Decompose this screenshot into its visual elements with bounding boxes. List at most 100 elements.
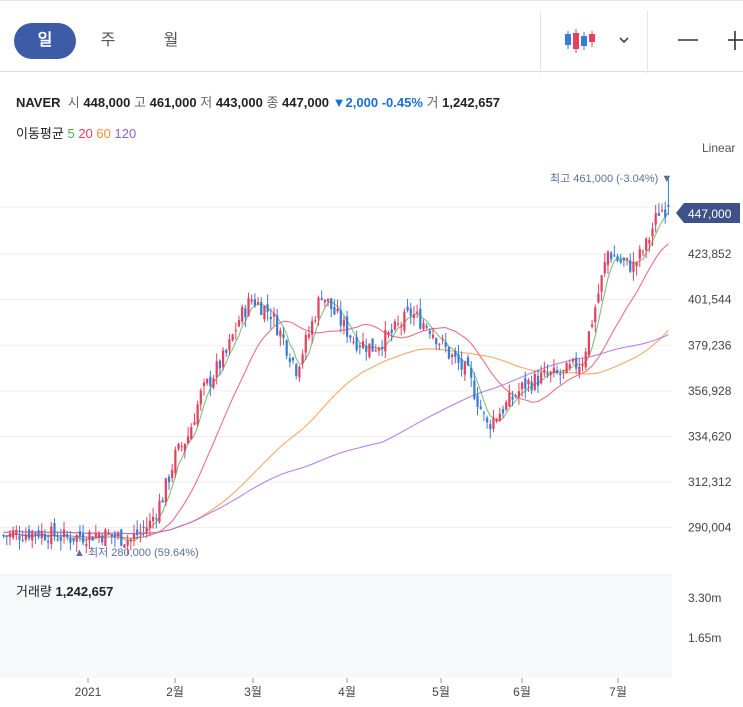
candle-body[interactable] bbox=[377, 347, 381, 351]
candle-body[interactable] bbox=[505, 402, 508, 410]
candle-body[interactable] bbox=[183, 443, 187, 451]
candle-body[interactable] bbox=[444, 342, 447, 348]
candle-body[interactable] bbox=[151, 516, 155, 522]
candle-body[interactable] bbox=[167, 476, 171, 483]
candle-body[interactable] bbox=[40, 530, 43, 539]
candle-body[interactable] bbox=[47, 541, 50, 543]
candle-body[interactable] bbox=[416, 311, 419, 313]
candle-body[interactable] bbox=[594, 307, 597, 323]
candle-body[interactable] bbox=[342, 319, 346, 327]
candle-body[interactable] bbox=[514, 395, 517, 397]
candle-body[interactable] bbox=[82, 533, 85, 543]
candle-body[interactable] bbox=[120, 529, 123, 546]
candle-body[interactable] bbox=[476, 395, 479, 407]
candle-body[interactable] bbox=[603, 262, 606, 274]
candle-body[interactable] bbox=[59, 537, 62, 541]
candle-body[interactable] bbox=[91, 536, 94, 541]
candle-body[interactable] bbox=[435, 338, 438, 345]
candle-body[interactable] bbox=[234, 330, 237, 332]
candle-body[interactable] bbox=[549, 371, 552, 375]
candle-body[interactable] bbox=[34, 532, 37, 535]
candle-body[interactable] bbox=[571, 358, 575, 362]
candle-body[interactable] bbox=[174, 449, 177, 474]
candle-body[interactable] bbox=[536, 375, 540, 386]
candle-body[interactable] bbox=[552, 367, 556, 373]
candle-body[interactable] bbox=[126, 540, 129, 546]
candle-body[interactable] bbox=[664, 209, 667, 218]
candle-body[interactable] bbox=[132, 534, 136, 540]
candle-body[interactable] bbox=[161, 500, 164, 503]
candle-body[interactable] bbox=[533, 373, 536, 390]
candle-body[interactable] bbox=[651, 228, 654, 237]
candle-body[interactable] bbox=[422, 323, 425, 330]
candle-body[interactable] bbox=[381, 346, 384, 350]
candle-body[interactable] bbox=[50, 526, 53, 545]
candle-body[interactable] bbox=[616, 256, 619, 261]
candle-body[interactable] bbox=[419, 308, 422, 329]
candle-body[interactable] bbox=[148, 520, 152, 529]
candle-body[interactable] bbox=[113, 534, 117, 538]
candle-body[interactable] bbox=[530, 381, 533, 391]
candle-body[interactable] bbox=[431, 334, 435, 338]
candle-body[interactable] bbox=[501, 409, 505, 414]
candle-body[interactable] bbox=[323, 299, 326, 303]
candle-body[interactable] bbox=[425, 325, 428, 328]
candle-body[interactable] bbox=[361, 341, 365, 349]
candle-body[interactable] bbox=[466, 357, 470, 366]
candle-body[interactable] bbox=[610, 252, 613, 260]
candle-body[interactable] bbox=[266, 304, 269, 312]
candle-body[interactable] bbox=[279, 330, 282, 337]
candle-body[interactable] bbox=[511, 396, 514, 400]
candle-body[interactable] bbox=[568, 364, 571, 369]
candle-body[interactable] bbox=[622, 257, 625, 261]
candle-body[interactable] bbox=[460, 358, 463, 370]
candle-body[interactable] bbox=[241, 306, 244, 322]
candle-body[interactable] bbox=[228, 339, 231, 351]
candle-body[interactable] bbox=[447, 347, 451, 359]
candle-body[interactable] bbox=[110, 534, 113, 537]
candle-body[interactable] bbox=[355, 336, 358, 351]
candle-body[interactable] bbox=[199, 390, 202, 405]
candle-body[interactable] bbox=[517, 391, 521, 397]
candle-body[interactable] bbox=[346, 316, 349, 337]
candle-body[interactable] bbox=[336, 308, 339, 312]
candle-body[interactable] bbox=[298, 366, 301, 378]
candle-body[interactable] bbox=[94, 533, 97, 538]
candle-body[interactable] bbox=[31, 531, 34, 541]
candle-body[interactable] bbox=[632, 261, 635, 272]
candle-body[interactable] bbox=[667, 204, 670, 207]
candle-body[interactable] bbox=[171, 469, 174, 479]
candle-body[interactable] bbox=[543, 369, 546, 373]
candle-body[interactable] bbox=[660, 210, 664, 212]
candle-body[interactable] bbox=[272, 313, 276, 317]
candle-body[interactable] bbox=[396, 323, 400, 325]
candle-body[interactable] bbox=[304, 334, 307, 353]
candle-body[interactable] bbox=[177, 443, 180, 450]
candle-body[interactable] bbox=[85, 544, 88, 547]
candle-body[interactable] bbox=[301, 354, 304, 364]
candle-body[interactable] bbox=[559, 373, 562, 375]
candle-body[interactable] bbox=[403, 311, 406, 331]
candle-body[interactable] bbox=[600, 275, 603, 292]
candle-body[interactable] bbox=[231, 334, 234, 341]
candle-body[interactable] bbox=[107, 533, 110, 535]
candle-body[interactable] bbox=[333, 306, 336, 315]
candle-body[interactable] bbox=[2, 535, 5, 537]
candle-body[interactable] bbox=[206, 378, 209, 384]
candle-body[interactable] bbox=[136, 529, 139, 536]
candle-body[interactable] bbox=[180, 446, 183, 448]
candle-body[interactable] bbox=[320, 298, 323, 300]
candle-body[interactable] bbox=[635, 262, 638, 267]
candle-body[interactable] bbox=[72, 537, 75, 542]
candle-body[interactable] bbox=[250, 299, 253, 302]
candle-body[interactable] bbox=[654, 213, 657, 225]
candle-body[interactable] bbox=[371, 338, 374, 352]
candle-body[interactable] bbox=[37, 530, 40, 538]
candle-body[interactable] bbox=[190, 427, 193, 440]
candle-body[interactable] bbox=[368, 343, 371, 357]
candle-body[interactable] bbox=[384, 329, 387, 352]
candle-body[interactable] bbox=[285, 340, 288, 356]
candle-body[interactable] bbox=[606, 251, 610, 266]
candle-body[interactable] bbox=[196, 404, 199, 425]
candle-body[interactable] bbox=[104, 529, 107, 547]
